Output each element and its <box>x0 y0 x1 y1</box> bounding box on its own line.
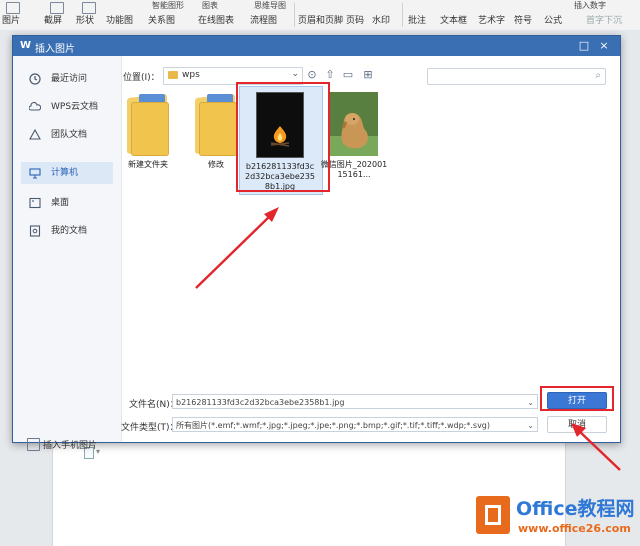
ribbon-relation-chart[interactable]: 关系图 <box>148 13 175 26</box>
wps-logo-icon: W <box>19 40 32 51</box>
cloud-icon <box>29 101 41 111</box>
filetype-select[interactable]: 所有图片(*.emf;*.wmf;*.jpg;*.jpeg;*.jpe;*.pn… <box>172 417 538 432</box>
document-icon <box>29 225 41 237</box>
dog-thumbnail <box>330 92 378 156</box>
team-icon <box>29 129 41 140</box>
ribbon-page-number[interactable]: 页码 <box>346 13 364 26</box>
ribbon-insert-number[interactable]: 插入数字 <box>574 0 606 11</box>
file-item-folder[interactable]: 新建文件夹 <box>113 92 183 170</box>
sidebar-item-label: 计算机 <box>51 168 79 178</box>
phone-upload-icon <box>27 438 40 451</box>
ribbon-mindmap[interactable]: 思维导图 <box>254 0 286 11</box>
search-input[interactable]: ⌕ <box>427 68 606 85</box>
wps-ribbon: 图片 截屏 形状 功能图 智能图形 关系图 图表 在线图表 思维导图 流程图 页… <box>0 0 640 31</box>
ribbon-header-footer[interactable]: 页眉和页脚 <box>298 13 343 26</box>
clock-icon <box>29 73 41 85</box>
ribbon-symbol[interactable]: 符号 <box>514 13 532 26</box>
sidebar-item-team-docs[interactable]: 团队文档 <box>21 124 113 146</box>
ribbon-textbox[interactable]: 文本框 <box>440 13 467 26</box>
dialog-titlebar[interactable]: W 插入图片 □ × <box>13 36 620 56</box>
ribbon-screenshot[interactable]: 截屏 <box>44 13 62 26</box>
location-label: 位置(I)： <box>123 73 160 83</box>
sidebar-item-desktop[interactable]: 桌面 <box>21 192 113 214</box>
filename-value: b216281133fd3c2d32bca3ebe2358b1.jpg <box>176 398 345 407</box>
sidebar-item-wps-cloud[interactable]: WPS云文档 <box>21 96 113 118</box>
filetype-label: 文件类型(T)： <box>121 423 179 433</box>
chevron-down-icon[interactable]: ⌄ <box>527 418 534 431</box>
sidebar-item-my-documents[interactable]: 我的文档 <box>21 220 113 242</box>
search-icon: ⌕ <box>595 70 601 81</box>
site-watermark: Office教程网 www.office26.com <box>472 494 640 544</box>
ribbon-formula[interactable]: 公式 <box>544 13 562 26</box>
folder-icon <box>168 71 178 79</box>
sidebar-item-label: 桌面 <box>51 198 70 208</box>
up-folder-icon[interactable]: ⇧ <box>323 68 337 82</box>
close-button[interactable]: × <box>597 39 611 53</box>
ribbon-online-chart[interactable]: 在线图表 <box>198 13 234 26</box>
folder-icon <box>193 92 239 156</box>
view-mode-icon[interactable]: ⊞ <box>361 68 375 82</box>
ribbon-watermark[interactable]: 水印 <box>372 13 390 26</box>
ribbon-picture[interactable]: 图片 <box>2 13 20 26</box>
sidebar-item-computer[interactable]: 计算机 <box>21 162 113 184</box>
chevron-down-icon[interactable]: ⌄ <box>291 69 299 79</box>
file-name: 新建文件夹 <box>128 160 168 169</box>
ribbon-function-chart[interactable]: 功能图 <box>106 13 133 26</box>
watermark-brand: Office教程网 <box>516 498 635 520</box>
phone-link-label: 插入手机图片 <box>43 441 98 451</box>
sidebar-item-label: 我的文档 <box>51 226 88 236</box>
ribbon-separator <box>402 3 403 27</box>
ribbon-drop-cap[interactable]: 首字下沉 <box>586 13 622 26</box>
filename-input[interactable]: b216281133fd3c2d32bca3ebe2358b1.jpg ⌄ <box>172 394 538 409</box>
places-sidebar: 最近访问 WPS云文档 团队文档 计算机 桌面 我的文档 插入手机图片 <box>13 56 122 451</box>
chevron-down-icon[interactable]: ⌄ <box>527 395 534 408</box>
new-folder-icon[interactable]: ▭ <box>341 68 355 82</box>
location-value: wps <box>182 70 200 80</box>
back-icon[interactable]: ⊙ <box>305 68 319 82</box>
maximize-button[interactable]: □ <box>577 39 591 53</box>
sidebar-item-label: 团队文档 <box>51 130 88 140</box>
filetype-value: 所有图片(*.emf;*.wmf;*.jpg;*.jpeg;*.jpe;*.pn… <box>176 421 491 430</box>
sidebar-item-recent[interactable]: 最近访问 <box>21 68 113 90</box>
folder-icon <box>125 92 171 156</box>
ribbon-smart-graphic[interactable]: 智能图形 <box>152 0 184 11</box>
dialog-title: 插入图片 <box>35 44 75 55</box>
desktop-icon <box>29 197 41 209</box>
office-logo-icon <box>476 496 510 534</box>
sidebar-item-label: 最近访问 <box>51 74 88 84</box>
file-highlight-box <box>236 82 330 192</box>
ribbon-chart[interactable]: 图表 <box>202 0 218 11</box>
ribbon-shape[interactable]: 形状 <box>76 13 94 26</box>
ribbon-wordart[interactable]: 艺术字 <box>478 13 505 26</box>
ribbon-separator <box>294 3 295 27</box>
ribbon-flowchart[interactable]: 流程图 <box>250 13 277 26</box>
cancel-button[interactable]: 取消 <box>547 416 607 433</box>
ribbon-comment[interactable]: 批注 <box>408 13 426 26</box>
open-button-highlight-box <box>540 386 614 411</box>
sidebar-item-label: WPS云文档 <box>51 102 99 112</box>
watermark-url: www.office26.com <box>518 522 631 535</box>
computer-icon <box>29 168 41 179</box>
